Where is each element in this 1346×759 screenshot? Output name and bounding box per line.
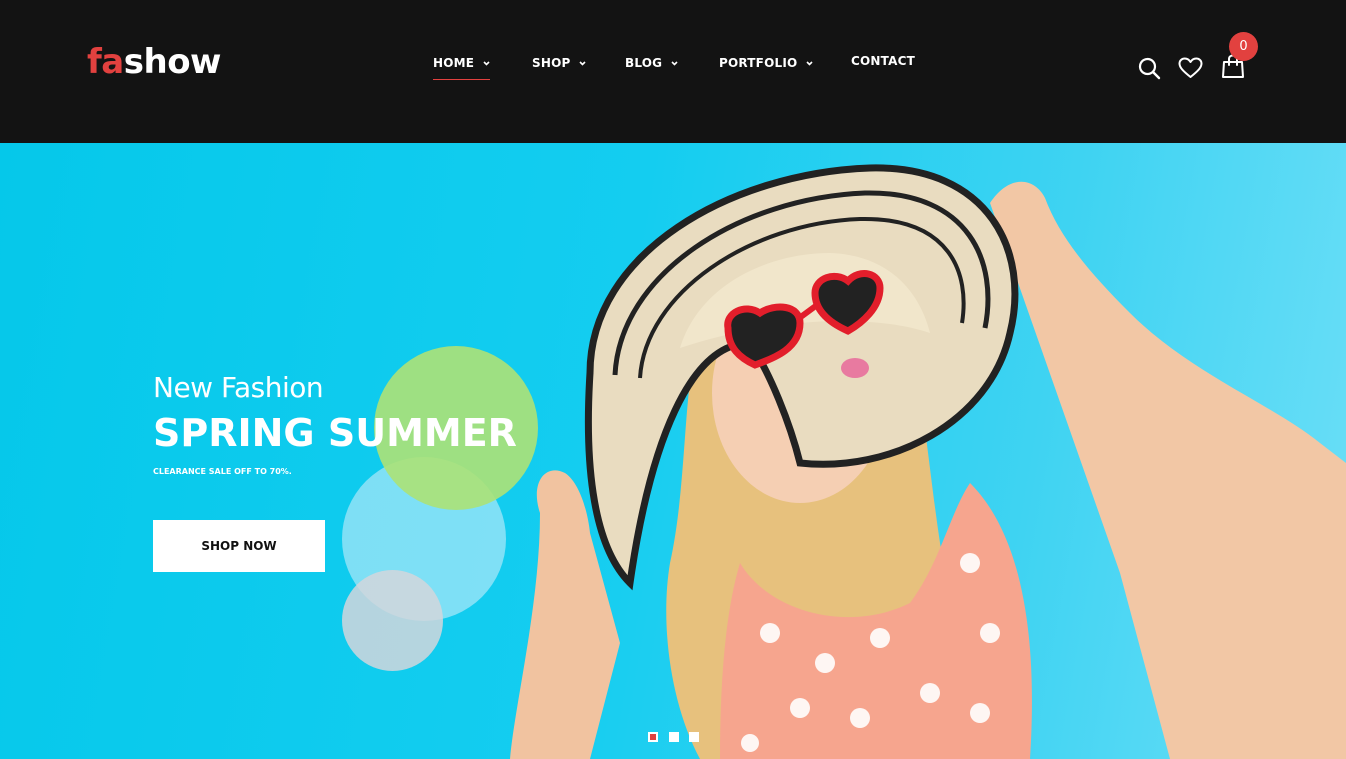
hero-banner: New Fashion SPRING SUMMER CLEARANCE SALE… [0,143,1346,759]
slider-dot-3[interactable] [689,732,699,742]
logo-prefix: fa [87,42,124,82]
nav-item-home[interactable]: HOME [433,55,490,80]
hero-eyebrow: New Fashion [153,371,324,404]
search-icon[interactable] [1138,57,1161,85]
cart-count-badge: 0 [1229,32,1258,61]
heart-icon[interactable] [1178,57,1203,84]
nav-item-portfolio-label: PORTFOLIO [719,56,798,70]
decorative-circle-grey [342,570,443,671]
model-photo [510,164,1346,759]
active-underline [433,79,490,80]
site-header: fashow HOME SHOP BLOG PORTFOLIO CONTACT [0,0,1346,143]
nav-item-blog-label: BLOG [625,56,663,70]
chevron-down-icon [806,55,813,69]
chevron-down-icon [579,55,586,69]
slider-dot-2[interactable] [669,732,679,742]
hero-headline: SPRING SUMMER [153,411,517,455]
nav-item-contact-label: CONTACT [851,54,915,68]
nav-item-blog[interactable]: BLOG [625,55,678,70]
hero-subline: CLEARANCE SALE OFF TO 70%. [153,467,292,476]
logo-suffix: show [123,42,222,82]
slider-dot-1[interactable] [648,732,658,742]
nav-item-shop-label: SHOP [532,56,571,70]
nav-item-portfolio[interactable]: PORTFOLIO [719,55,813,70]
chevron-down-icon [671,55,678,69]
chevron-down-icon [483,55,490,69]
nav-item-home-label: HOME [433,56,475,70]
logo[interactable]: fashow [87,42,221,82]
shop-now-button[interactable]: SHOP NOW [153,520,325,572]
nav-item-contact[interactable]: CONTACT [851,54,915,68]
nav-item-shop[interactable]: SHOP [532,55,586,70]
